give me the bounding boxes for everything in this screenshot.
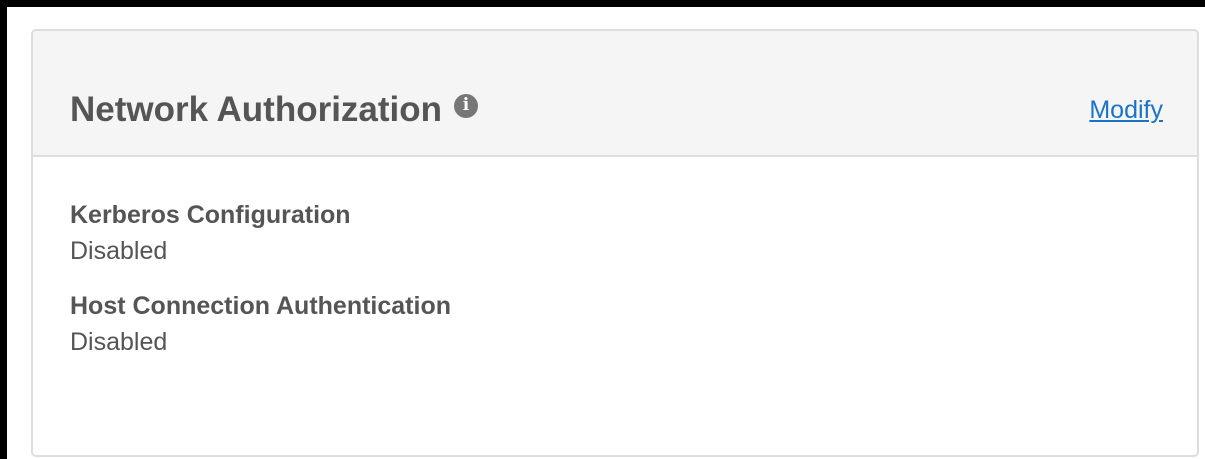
network-authorization-panel: Network Authorization i Modify Kerberos … [31,29,1199,457]
info-circle-icon[interactable]: i [454,93,479,118]
field-value: Disabled [70,328,168,356]
screenshot-frame: Network Authorization i Modify Kerberos … [0,0,1205,459]
modify-link[interactable]: Modify [1089,98,1163,123]
panel-body: Kerberos Configuration Disabled Host Con… [33,157,1197,360]
field-value: Disabled [70,237,168,265]
panel-header: Network Authorization i Modify [33,31,1197,157]
field-kerberos-configuration: Kerberos Configuration Disabled [70,197,1197,269]
field-host-connection-authentication: Host Connection Authentication Disabled [70,288,1197,360]
panel-title: Network Authorization [70,90,443,129]
field-label: Host Connection Authentication [70,292,451,320]
panel-title-row: Network Authorization i [70,90,479,129]
field-label: Kerberos Configuration [70,201,351,229]
